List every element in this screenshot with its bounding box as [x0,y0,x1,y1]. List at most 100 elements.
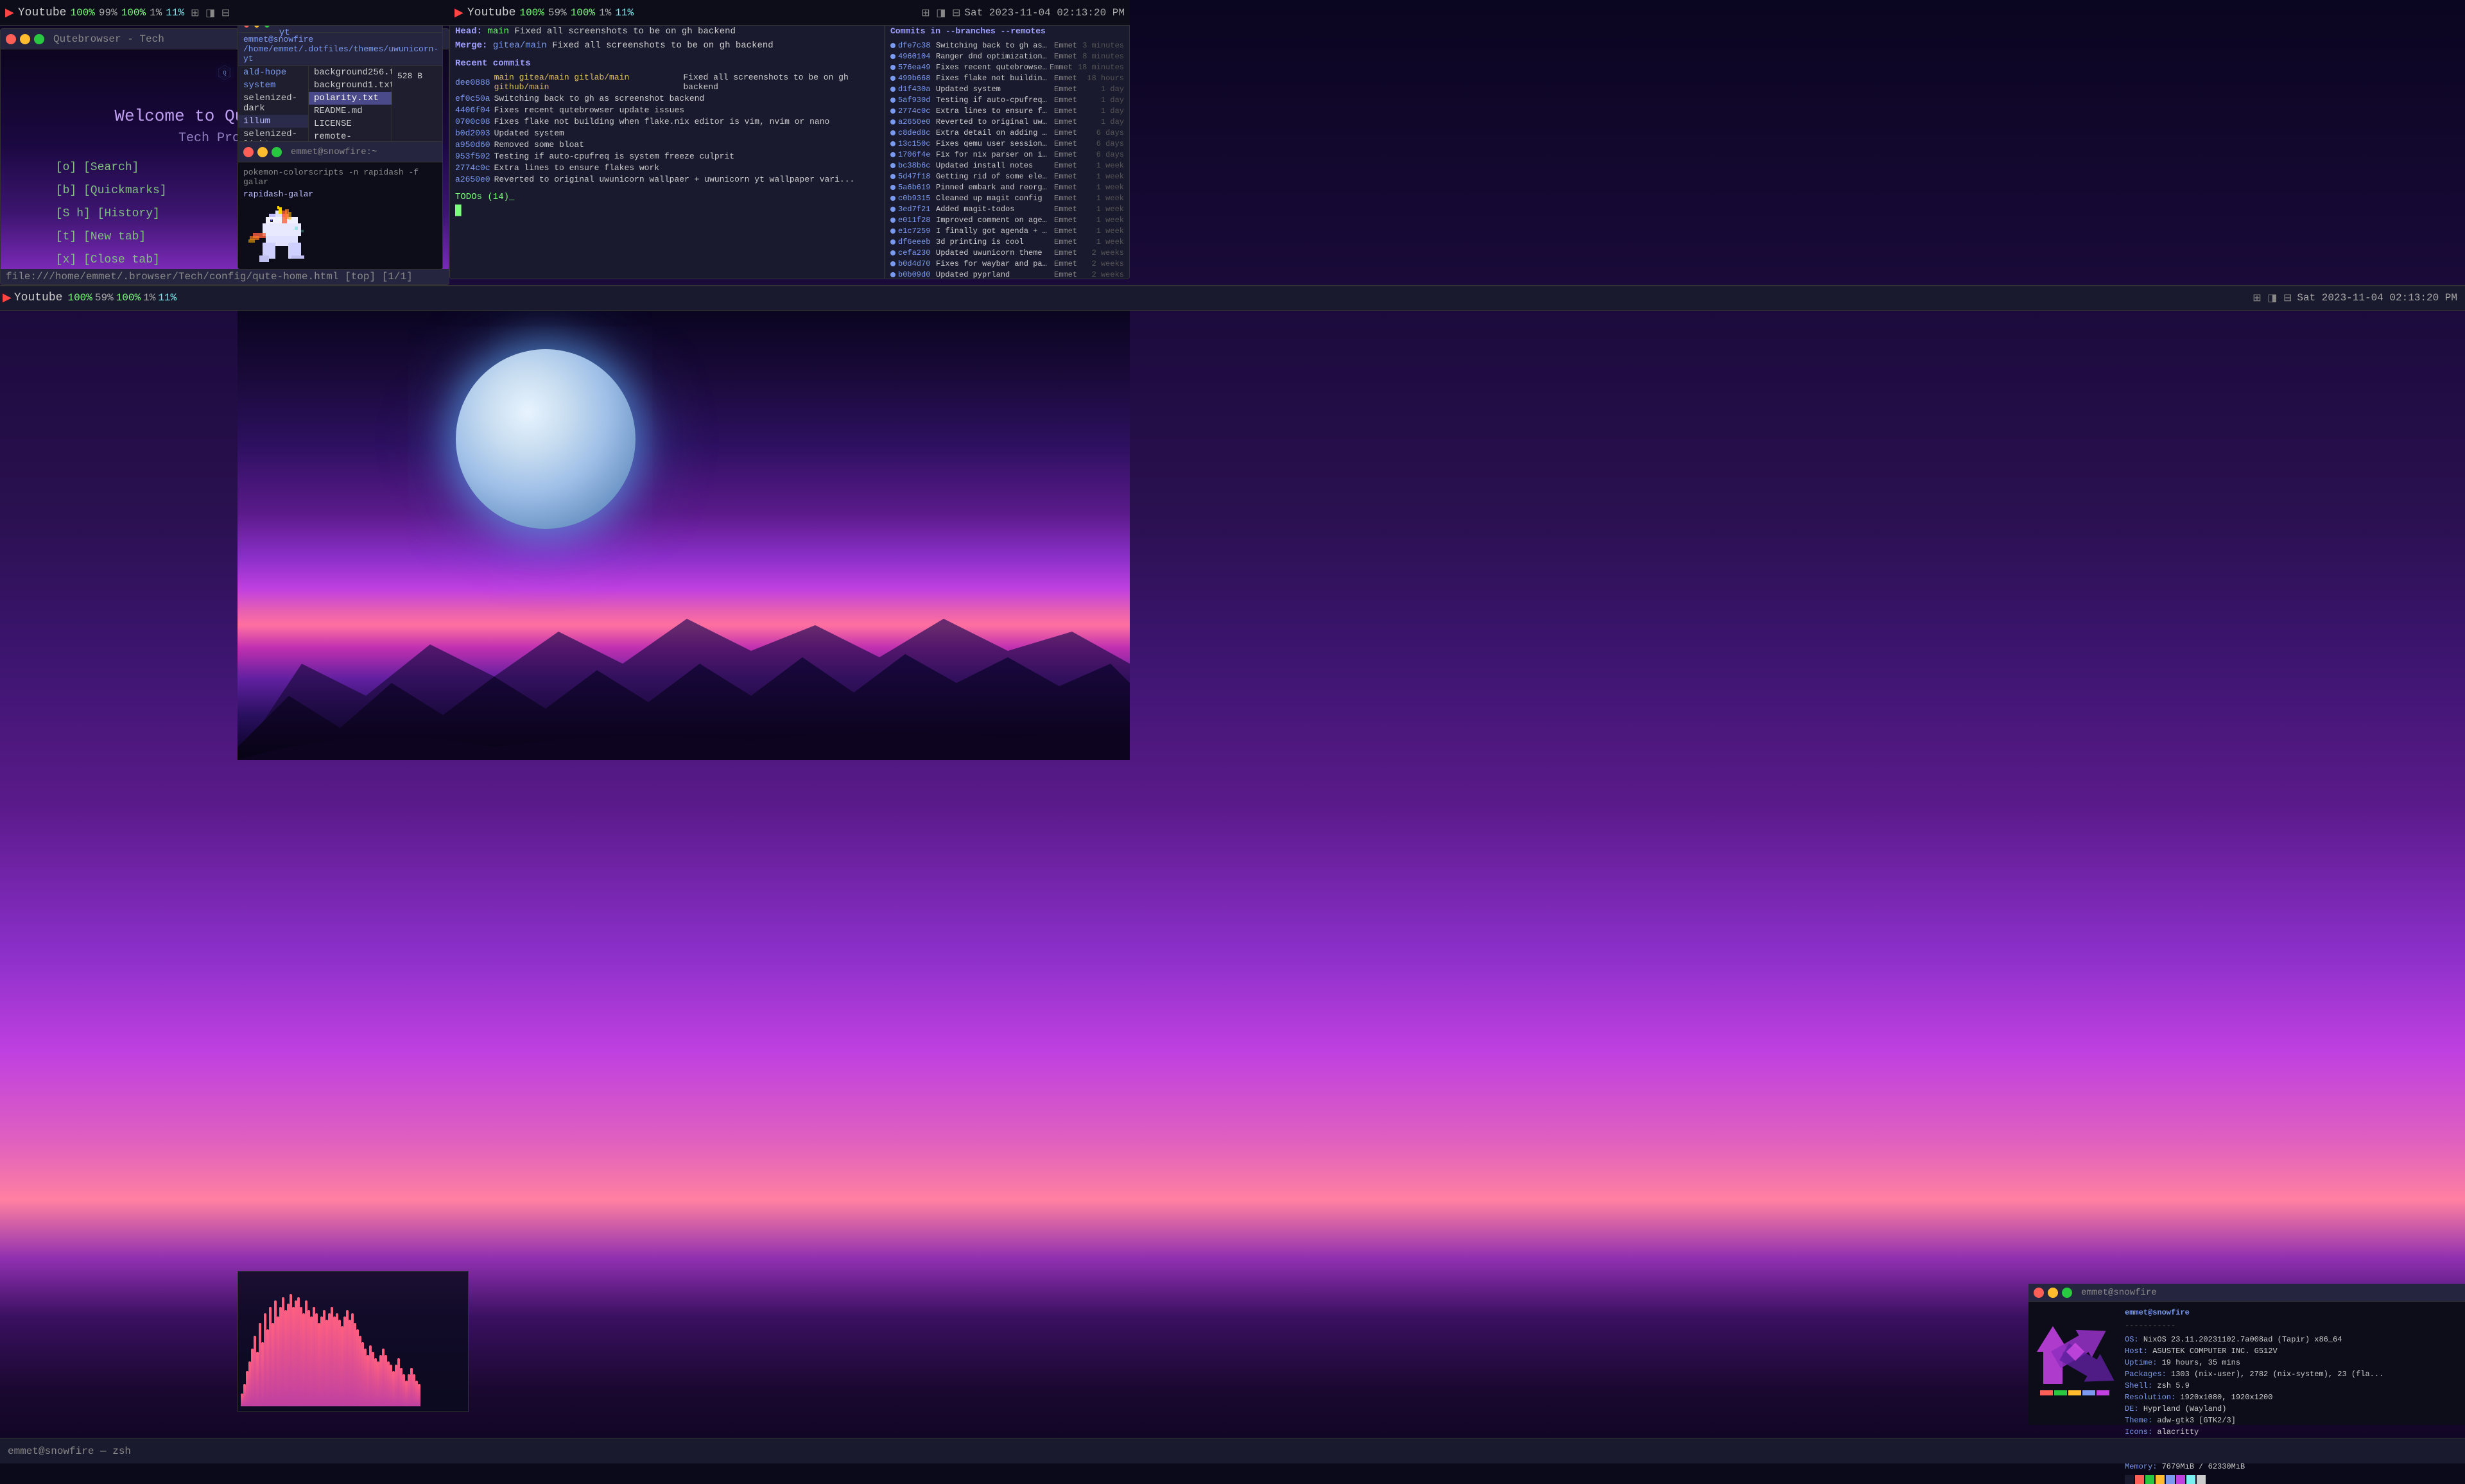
git-log-row: c0b9315 Cleaned up magit config Emmet 1 … [890,194,1124,203]
commit-author: Emmet [1054,85,1080,94]
commit-author: Emmet [1050,63,1075,72]
pokemon-titlebar: emmet@snowfire:~ [238,142,442,162]
color-block-7 [2186,1475,2195,1484]
magit-log-panel[interactable]: Commits in --branches --remotes dfe7c38 … [885,21,1129,279]
commit-author: Emmet [1054,107,1080,116]
git-log-row: c8ded8c Extra detail on adding unstable … [890,128,1124,137]
commit-dot [890,163,895,168]
file-item[interactable]: illum [238,115,308,128]
bottom-moon [456,349,636,529]
youtube-icon-right: ▶ [454,6,463,20]
commit-time: 6 days [1082,128,1124,137]
commit-dot [890,239,895,245]
git-head-section: Head: main Fixed all screenshots to be o… [455,26,879,37]
file-item[interactable]: LICENSE [309,117,392,130]
commit-msg: Updated pyprland [936,270,1051,279]
color-block-8 [2197,1475,2206,1484]
git-log-row: 5a6b619 Pinned embark and reorganized pa… [890,183,1124,192]
commit-time: 1 week [1082,161,1124,170]
commit-hash: 13c150c [898,139,933,148]
magit-status-panel[interactable]: Head: main Fixed all screenshots to be o… [450,21,885,279]
commit-author: Emmet [1054,150,1080,159]
file-item[interactable]: background256.txt [309,66,392,79]
commit-dot [890,43,895,48]
commit-dot [890,87,895,92]
commit-hash: 2774c0c [898,107,933,116]
commit-msg: 3d printing is cool [936,237,1051,246]
commit-dot [890,152,895,157]
file-item[interactable]: selenized-dark [238,92,308,115]
commit-author: Emmet [1054,248,1080,257]
magit-window: emacs - magit Head: main Fixed all scree… [449,0,1130,279]
neofetch-color-blocks [2125,1475,2460,1484]
commit-msg: Pinned embark and reorganized packages [936,183,1051,192]
commit-msg: Fix for nix parser on install.org? [936,150,1051,159]
commit-hash: bc38b6c [898,161,933,170]
commit-hash: cefa230 [898,248,933,257]
commit-msg: Updated system [936,85,1051,94]
commit-author: Emmet [1054,227,1080,236]
commit-line: 0700c08 Fixes flake not building when fl… [455,117,879,126]
file-item[interactable]: README.md [309,105,392,117]
commit-author: Emmet [1054,172,1080,181]
max-btn[interactable] [34,34,44,44]
neofetch-content: emmet@snowfire ----------- OS: NixOS 23.… [2028,1302,2465,1425]
commit-dot [890,272,895,277]
file-item[interactable]: ald-hope [238,66,308,79]
commit-line: dee0888 main gitea/main gitlab/main gith… [455,73,879,92]
color-block-4 [2156,1475,2165,1484]
commit-time: 2 weeks [1082,259,1124,268]
commit-author: Emmet [1054,52,1080,61]
magit-content: Head: main Fixed all screenshots to be o… [450,21,1129,279]
commit-time: 6 days [1082,139,1124,148]
commit-line: a950d60 Removed some bloat [455,140,879,150]
commit-author: Emmet [1054,259,1080,268]
file-item[interactable]: system [238,79,308,92]
commit-msg: Getting rid of some electron pkgs [936,172,1051,181]
git-log-row: 5af930d Testing if auto-cpufreq is syste… [890,96,1124,105]
neofetch-os-label: OS: [2125,1335,2143,1344]
commit-time: 1 week [1082,194,1124,203]
bottom-wallpaper [238,311,1130,760]
commit-time: 1 week [1082,227,1124,236]
stat2-left: 99% [99,7,117,19]
commit-line: a2650e0 Reverted to original uwunicorn w… [455,175,879,184]
commit-hash: b0b09d0 [898,270,933,279]
commit-dot [890,261,895,266]
git-log-row: 499b668 Fixes flake not building when fl… [890,74,1124,83]
min-btn[interactable] [20,34,30,44]
commit-time: 1 week [1082,172,1124,181]
color-block-3 [2145,1475,2154,1484]
app-name-bottom: Youtube [14,291,63,304]
commit-time: 1 day [1082,117,1124,126]
close-btn[interactable] [6,34,16,44]
file-item-selected[interactable]: polarity.txt [309,92,392,105]
file-path-display: emmet@snowfire /home/emmet/.dotfiles/the… [238,33,442,66]
commit-time: 8 minutes [1082,52,1124,61]
commit-time: 18 minutes [1078,63,1124,72]
commit-dot [890,65,895,70]
commit-author: Emmet [1054,194,1080,203]
pokemon-art [243,204,320,270]
git-commits-list: dee0888 main gitea/main gitlab/main gith… [455,73,879,184]
color-block-5 [2166,1475,2175,1484]
commit-line: 2774c0c Extra lines to ensure flakes wor… [455,163,879,173]
bottom-status-bar: emmet@snowfire — zsh [0,1438,2465,1463]
git-log-row: d1f430a Updated system Emmet 1 day [890,85,1124,94]
commit-time: 1 day [1082,85,1124,94]
neofetch-username: emmet@snowfire [2125,1307,2460,1318]
commit-hash: 576ea49 [898,63,933,72]
stat5-left: 11% [166,7,184,19]
commit-time: 6 days [1082,150,1124,159]
pokemon-name: rapidash-galar [243,189,437,199]
commit-msg: Fixes for waybar and patched custom hy [936,259,1051,268]
file-item[interactable]: background1.txt [309,79,392,92]
commit-dot [890,130,895,135]
commit-time: 3 minutes [1082,41,1124,50]
commit-msg: Updated uwunicorn theme [936,248,1051,257]
commit-hash: e1c7259 [898,227,933,236]
commit-msg: Ranger dnd optimization + qb filepicki [936,52,1051,61]
commit-msg: Added magit-todos [936,205,1051,214]
git-merge-section: Merge: gitea/main Fixed all screenshots … [455,40,879,51]
commit-author: Emmet [1054,205,1080,214]
